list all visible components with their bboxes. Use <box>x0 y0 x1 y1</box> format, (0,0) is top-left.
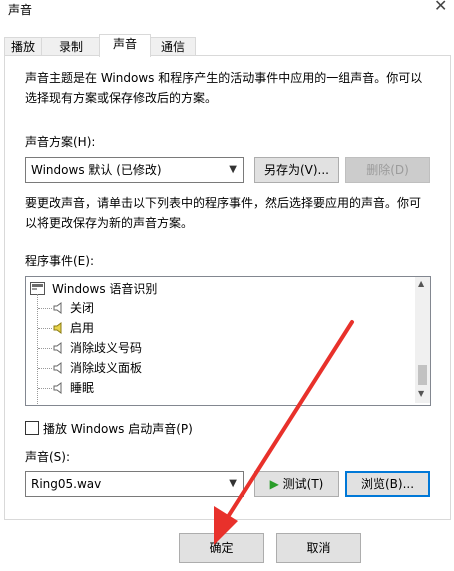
tab-recording[interactable]: 录制 <box>41 37 101 57</box>
change-text: 要更改声音，请单击以下列表中的程序事件，然后选择要应用的声音。你可 以将更改保存… <box>25 193 435 233</box>
window-title: 声音 <box>8 3 33 17</box>
tree-branch <box>38 308 52 309</box>
list-item-label: 消除歧义号码 <box>70 341 143 355</box>
change-line-2: 以将更改保存为新的声音方案。 <box>25 216 194 230</box>
ok-button[interactable]: 确定 <box>179 533 264 563</box>
cancel-button[interactable]: 取消 <box>276 533 361 563</box>
events-label: 程序事件(E): <box>25 254 94 268</box>
events-list[interactable]: Windows 语音识别 关闭 启用 消除歧义号码 消除歧义面板 睡眠 ▲ ▼ <box>25 276 431 406</box>
tab-communications[interactable]: 通信 <box>150 37 196 57</box>
startup-sound-checkbox[interactable] <box>25 421 39 435</box>
tab-playback[interactable]: 播放 <box>4 37 42 57</box>
windows-group-icon <box>30 282 45 295</box>
scheme-select-value: Windows 默认 (已修改) <box>31 163 162 177</box>
tree-branch <box>38 328 52 329</box>
startup-sound-label: 播放 Windows 启动声音(P) <box>43 422 193 436</box>
tree-branch <box>38 348 52 349</box>
tree-branch <box>38 388 52 389</box>
intro-line-2: 选择现有方案或保存修改后的方案。 <box>25 91 218 105</box>
list-item-label: 启用 <box>70 321 95 335</box>
delete-button[interactable]: 删除(D) <box>345 157 430 183</box>
list-item[interactable]: 睡眠 <box>38 378 408 398</box>
intro-text: 声音主题是在 Windows 和程序产生的活动事件中应用的一组声音。你可以 选择… <box>25 68 435 108</box>
chevron-down-icon: ▼ <box>229 164 237 175</box>
scroll-up-icon[interactable]: ▲ <box>418 279 424 288</box>
scheme-select[interactable]: Windows 默认 (已修改) ▼ <box>25 157 244 183</box>
list-item[interactable]: 关闭 <box>38 298 408 318</box>
speaker-icon <box>53 342 62 354</box>
browse-button[interactable]: 浏览(B)... <box>345 471 430 497</box>
speaker-icon <box>53 302 62 314</box>
list-item-selected[interactable]: 启用 <box>38 318 408 338</box>
list-item[interactable]: 消除歧义面板 <box>38 358 408 378</box>
speaker-active-icon <box>53 322 62 334</box>
chevron-down-icon: ▼ <box>229 478 237 489</box>
list-item-label: 关闭 <box>70 301 95 315</box>
title-bar: 声音 ✕ <box>0 0 454 28</box>
sound-label: 声音(S): <box>25 450 71 464</box>
group-label: Windows 语音识别 <box>52 282 158 296</box>
tab-sounds[interactable]: 声音 <box>99 34 151 57</box>
test-button[interactable]: ▶ 测试(T) <box>254 471 339 497</box>
list-item[interactable]: 消除歧义号码 <box>38 338 408 358</box>
events-scrollbar[interactable]: ▲ ▼ <box>415 277 430 403</box>
sound-select[interactable]: Ring05.wav ▼ <box>25 471 244 497</box>
list-item-label: 消除歧义面板 <box>70 361 143 375</box>
tree-branch <box>38 368 52 369</box>
save-as-button[interactable]: 另存为(V)... <box>254 157 339 183</box>
speaker-icon <box>53 382 62 394</box>
list-item-label: 睡眠 <box>70 381 95 395</box>
close-icon[interactable]: ✕ <box>434 0 447 15</box>
change-line-1: 要更改声音，请单击以下列表中的程序事件，然后选择要应用的声音。你可 <box>25 196 422 210</box>
play-icon: ▶ <box>269 477 279 491</box>
scheme-label: 声音方案(H): <box>25 135 96 149</box>
test-button-label: 测试(T) <box>282 477 324 491</box>
scroll-thumb[interactable] <box>418 365 427 385</box>
intro-line-1: 声音主题是在 Windows 和程序产生的活动事件中应用的一组声音。你可以 <box>25 71 423 85</box>
scroll-down-icon[interactable]: ▼ <box>418 389 424 398</box>
speaker-icon <box>53 362 62 374</box>
sound-select-value: Ring05.wav <box>31 477 102 491</box>
tab-strip: 播放 录制 声音 通信 <box>4 32 450 57</box>
